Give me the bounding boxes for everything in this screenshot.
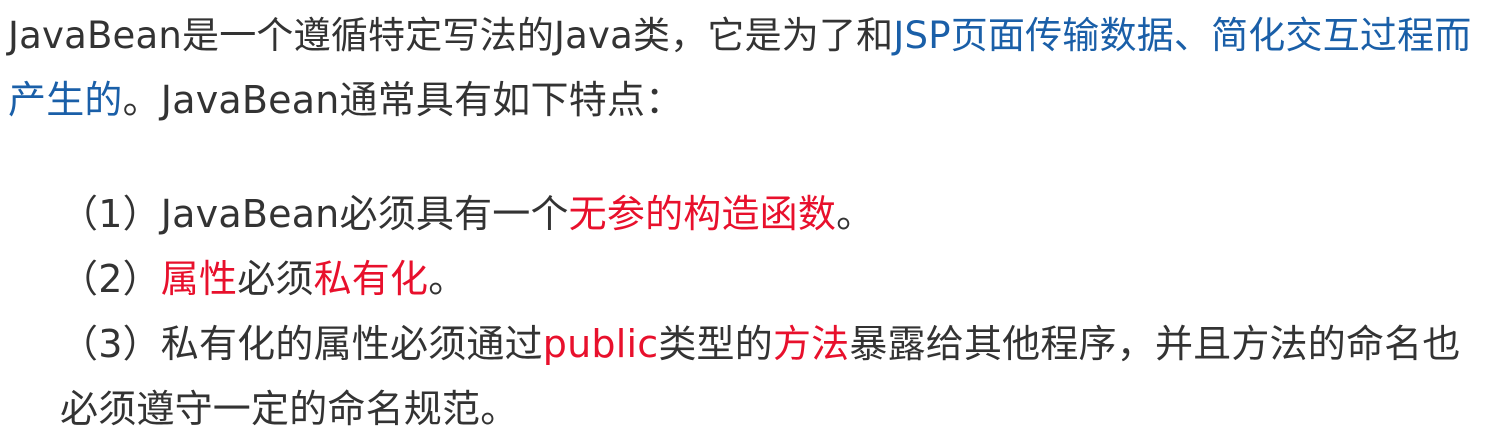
intro-blue-text-cont: 产生的 — [8, 78, 123, 122]
item2-highlight-attribute: 属性 — [160, 257, 238, 301]
item2-highlight-private: 私有化 — [313, 257, 429, 301]
document-page: JavaBean是一个遵循特定写法的Java类，它是为了和JSP页面传输数据、简… — [0, 0, 1486, 440]
intro-line-1: JavaBean是一个遵循特定写法的Java类，它是为了和JSP页面传输数据、简… — [8, 12, 1472, 60]
list-item-3-continuation: 必须遵守一定的命名规范。 — [60, 385, 518, 433]
item3-highlight-public: public — [542, 322, 659, 366]
list-item-1: （1）JavaBean必须具有一个无参的构造函数。 — [60, 190, 874, 238]
item1-prefix: （1）JavaBean必须具有一个 — [60, 192, 569, 236]
intro-text-cont: 。JavaBean通常具有如下特点： — [122, 78, 684, 122]
intro-line-2: 产生的。JavaBean通常具有如下特点： — [8, 76, 683, 124]
item2-middle: 必须 — [237, 257, 314, 301]
list-item-2: （2）属性必须私有化。 — [60, 255, 466, 303]
list-item-3: （3）私有化的属性必须通过public类型的方法暴露给其他程序，并且方法的命名也 — [60, 320, 1461, 368]
intro-blue-text: JSP页面传输数据、简化交互过程而 — [893, 14, 1472, 57]
item3-highlight-method: 方法 — [772, 322, 850, 366]
item3-prefix: （3）私有化的属性必须通过 — [60, 322, 543, 366]
item3-middle2: 暴露给其他程序，并且方法的命名也 — [849, 322, 1461, 366]
item1-highlight: 无参的构造函数 — [568, 192, 837, 236]
intro-text: JavaBean是一个遵循特定写法的Java类，它是为了和 — [8, 14, 894, 57]
item1-suffix: 。 — [836, 192, 875, 236]
item2-prefix: （2） — [60, 257, 161, 301]
item3-middle1: 类型的 — [658, 322, 773, 366]
item3-continuation: 必须遵守一定的命名规范。 — [60, 387, 519, 431]
item2-suffix: 。 — [428, 257, 467, 301]
